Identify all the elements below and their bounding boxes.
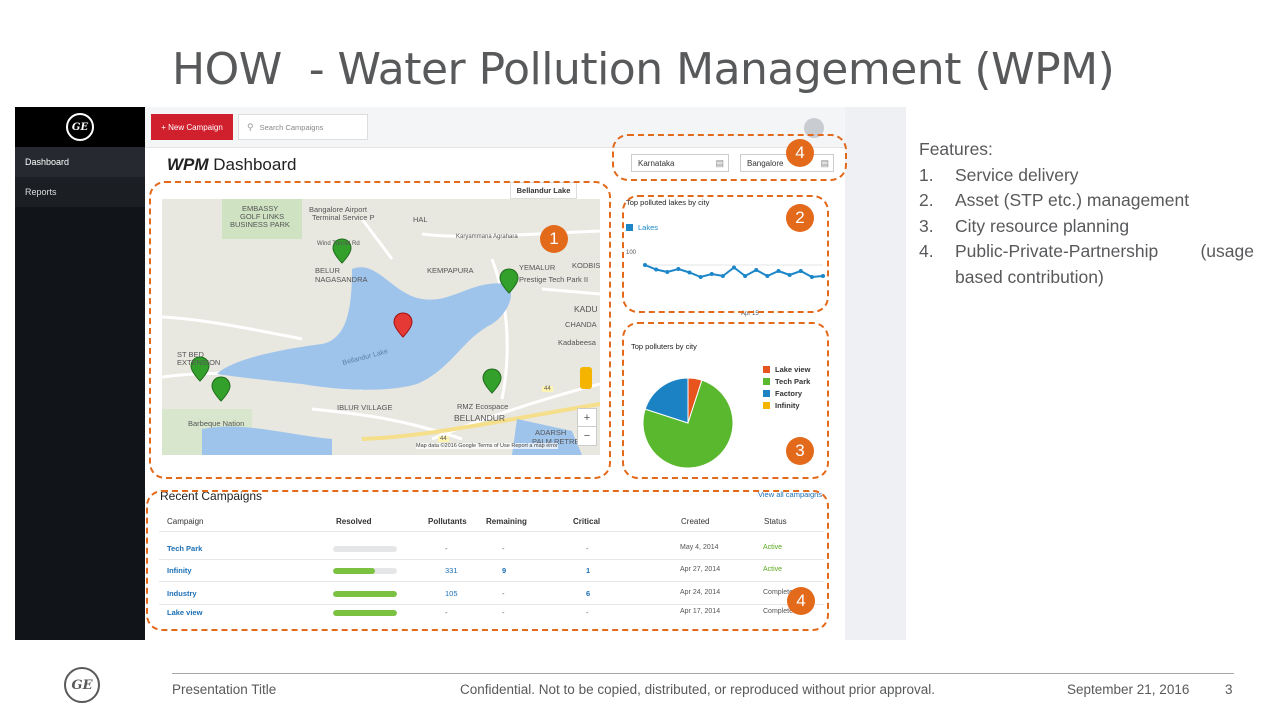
footer-presentation-title: Presentation Title: [172, 682, 277, 697]
feature-item: 1. Service delivery: [919, 163, 1254, 189]
feature-number: 2.: [919, 190, 934, 210]
feature-number: 1.: [919, 164, 934, 185]
feature-item: 4. Public-Private-Partnership (usage base…: [919, 239, 1254, 290]
callout-badge-1: 1: [540, 225, 568, 253]
footer-ge-logo-icon: GE: [64, 667, 100, 703]
search-campaigns-input[interactable]: ⚲ Search Campaigns: [238, 114, 368, 140]
feature-text: Public-Private-Partnership (usage based …: [955, 241, 1254, 287]
features-heading: Features:: [919, 139, 993, 159]
page-title-brand: WPM: [167, 155, 209, 174]
sidebar-item-reports[interactable]: Reports: [15, 177, 145, 207]
footer-confidential-notice: Confidential. Not to be copied, distribu…: [460, 682, 936, 697]
page-title-text: Dashboard: [208, 155, 297, 174]
feature-text: Service delivery: [955, 164, 1079, 185]
footer-date: September 21, 2016: [1067, 682, 1190, 697]
callout-badge-3: 3: [786, 437, 814, 465]
feature-item: 2. Asset (STP etc.) management: [919, 188, 1254, 214]
highlight-map-region: [149, 181, 611, 479]
feature-number: 3.: [919, 215, 934, 236]
ge-logo-icon[interactable]: GE: [66, 113, 94, 141]
new-campaign-button[interactable]: + New Campaign: [151, 114, 233, 140]
search-icon: ⚲: [247, 121, 254, 132]
highlight-campaigns-region: [146, 490, 829, 631]
slide-title: HOW - Water Pollution Management (WPM): [172, 44, 1115, 95]
footer-divider: [172, 673, 1234, 674]
page-title: WPM Dashboard: [167, 155, 296, 175]
feature-item: 3. City resource planning: [919, 214, 1254, 240]
footer-page-number: 3: [1225, 682, 1233, 697]
feature-text: City resource planning: [955, 215, 1130, 236]
callout-badge-4-filters: 4: [786, 139, 814, 167]
sidebar-item-dashboard[interactable]: Dashboard: [15, 147, 145, 177]
callout-badge-4-campaigns: 4: [787, 587, 815, 615]
features-list: Features: 1. Service delivery 2. Asset (ST…: [919, 137, 1254, 290]
search-placeholder: Search Campaigns: [259, 122, 324, 132]
feature-text: Asset (STP etc.) management: [955, 190, 1190, 210]
callout-badge-2: 2: [786, 204, 814, 232]
sidebar-logo-bar: GE: [15, 107, 145, 147]
feature-number: 4.: [919, 241, 934, 261]
sidebar: GE Dashboard Reports: [15, 107, 145, 640]
